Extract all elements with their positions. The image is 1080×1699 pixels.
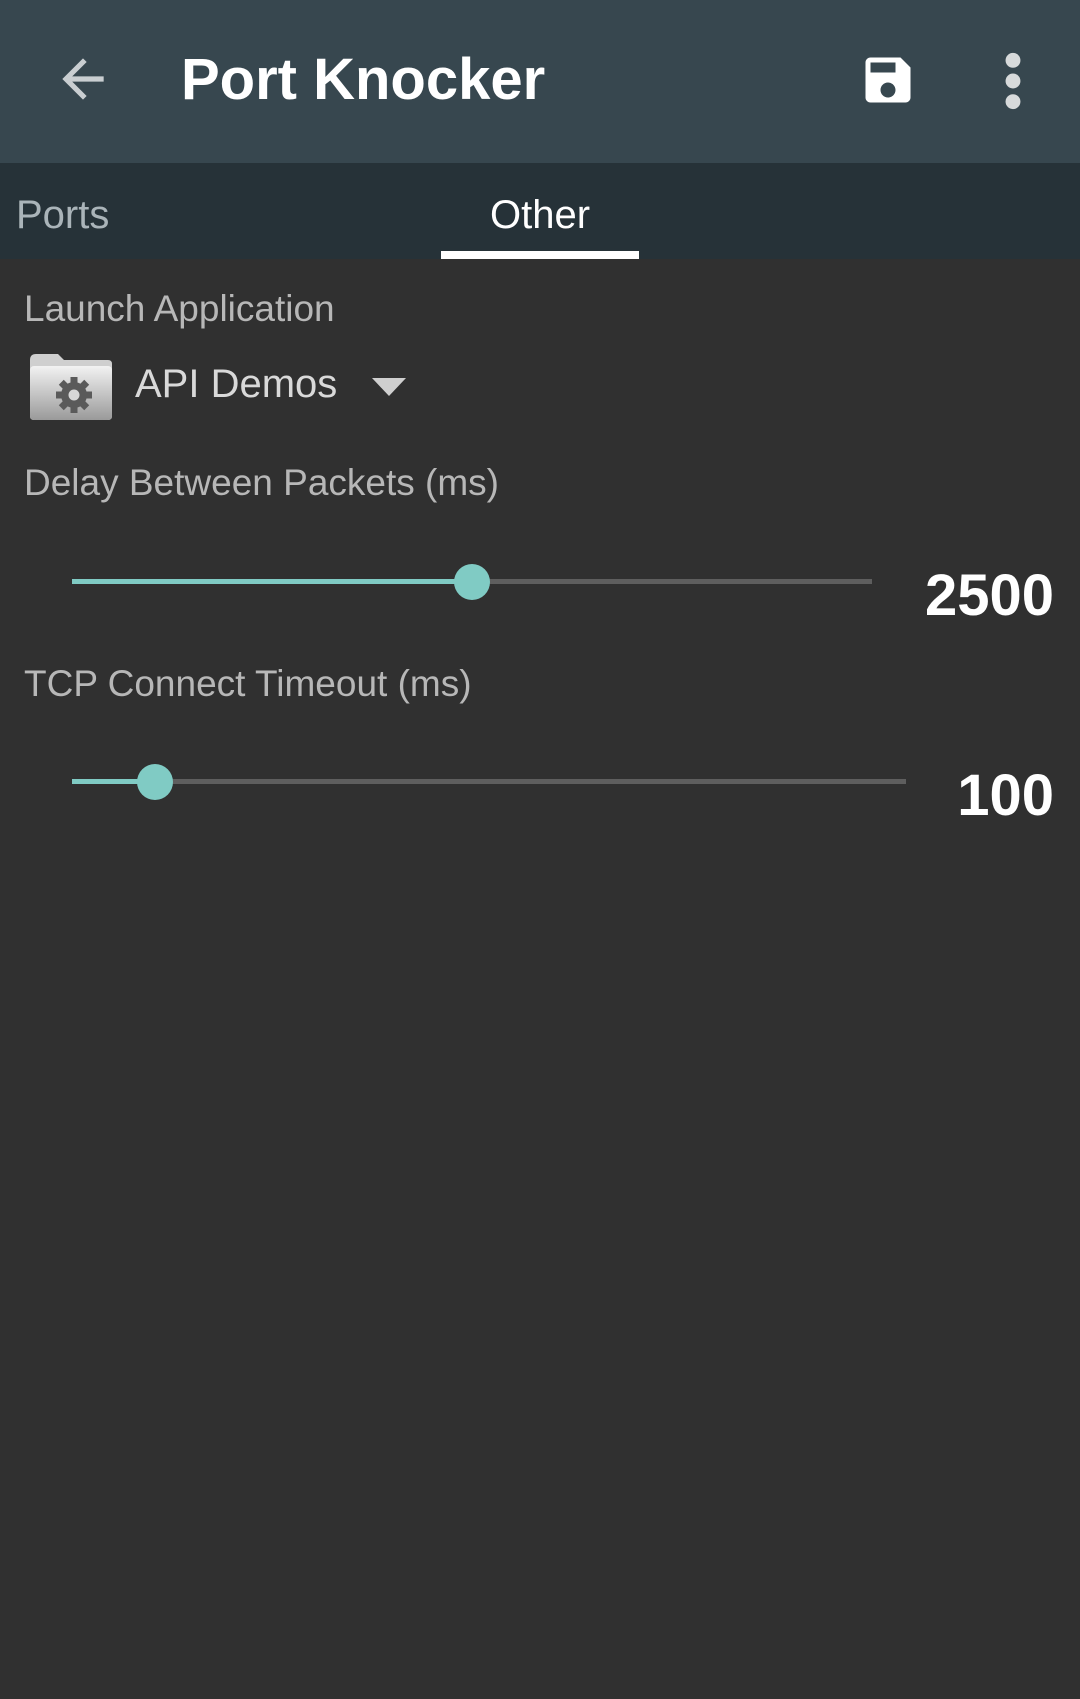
- tab-bar: Ports Other: [0, 163, 1080, 259]
- slider-track: [72, 779, 906, 784]
- page-title: Port Knocker: [181, 47, 546, 112]
- arrow-back-icon[interactable]: [52, 48, 114, 110]
- app-toolbar: Port Knocker: [0, 0, 1080, 163]
- tab-ports[interactable]: Ports: [16, 163, 109, 259]
- timeout-slider[interactable]: [72, 759, 906, 803]
- launch-application-spinner[interactable]: API Demos: [28, 350, 428, 422]
- dropdown-arrow-icon: [372, 378, 406, 396]
- delay-label: Delay Between Packets (ms): [24, 462, 500, 503]
- slider-thumb[interactable]: [454, 564, 490, 600]
- save-icon[interactable]: [858, 50, 918, 110]
- delay-value: 2500: [924, 563, 1054, 628]
- timeout-label: TCP Connect Timeout (ms): [24, 663, 472, 704]
- slider-fill: [72, 579, 472, 584]
- timeout-value: 100: [957, 763, 1054, 828]
- selected-app-name: API Demos: [135, 362, 338, 406]
- tab-indicator: [441, 251, 639, 259]
- folder-gear-icon: [30, 354, 112, 420]
- tab-other[interactable]: Other: [441, 163, 639, 259]
- delay-slider[interactable]: [72, 559, 872, 603]
- more-vert-icon[interactable]: [993, 50, 1033, 112]
- slider-thumb[interactable]: [137, 764, 173, 800]
- launch-application-label: Launch Application: [24, 288, 335, 329]
